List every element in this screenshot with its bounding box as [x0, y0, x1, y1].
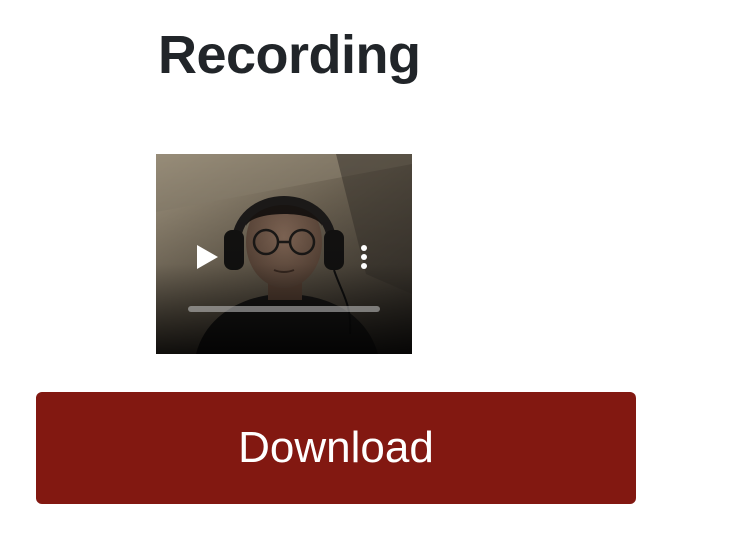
play-icon [197, 245, 218, 269]
download-button[interactable]: Download [36, 392, 636, 504]
video-progress-bar[interactable] [188, 306, 380, 312]
more-vertical-icon [361, 245, 367, 269]
video-menu-button[interactable] [354, 242, 374, 272]
play-button[interactable] [192, 242, 222, 272]
page: Recording Download [0, 0, 754, 554]
page-title: Recording [158, 25, 421, 85]
video-player[interactable] [156, 154, 412, 354]
